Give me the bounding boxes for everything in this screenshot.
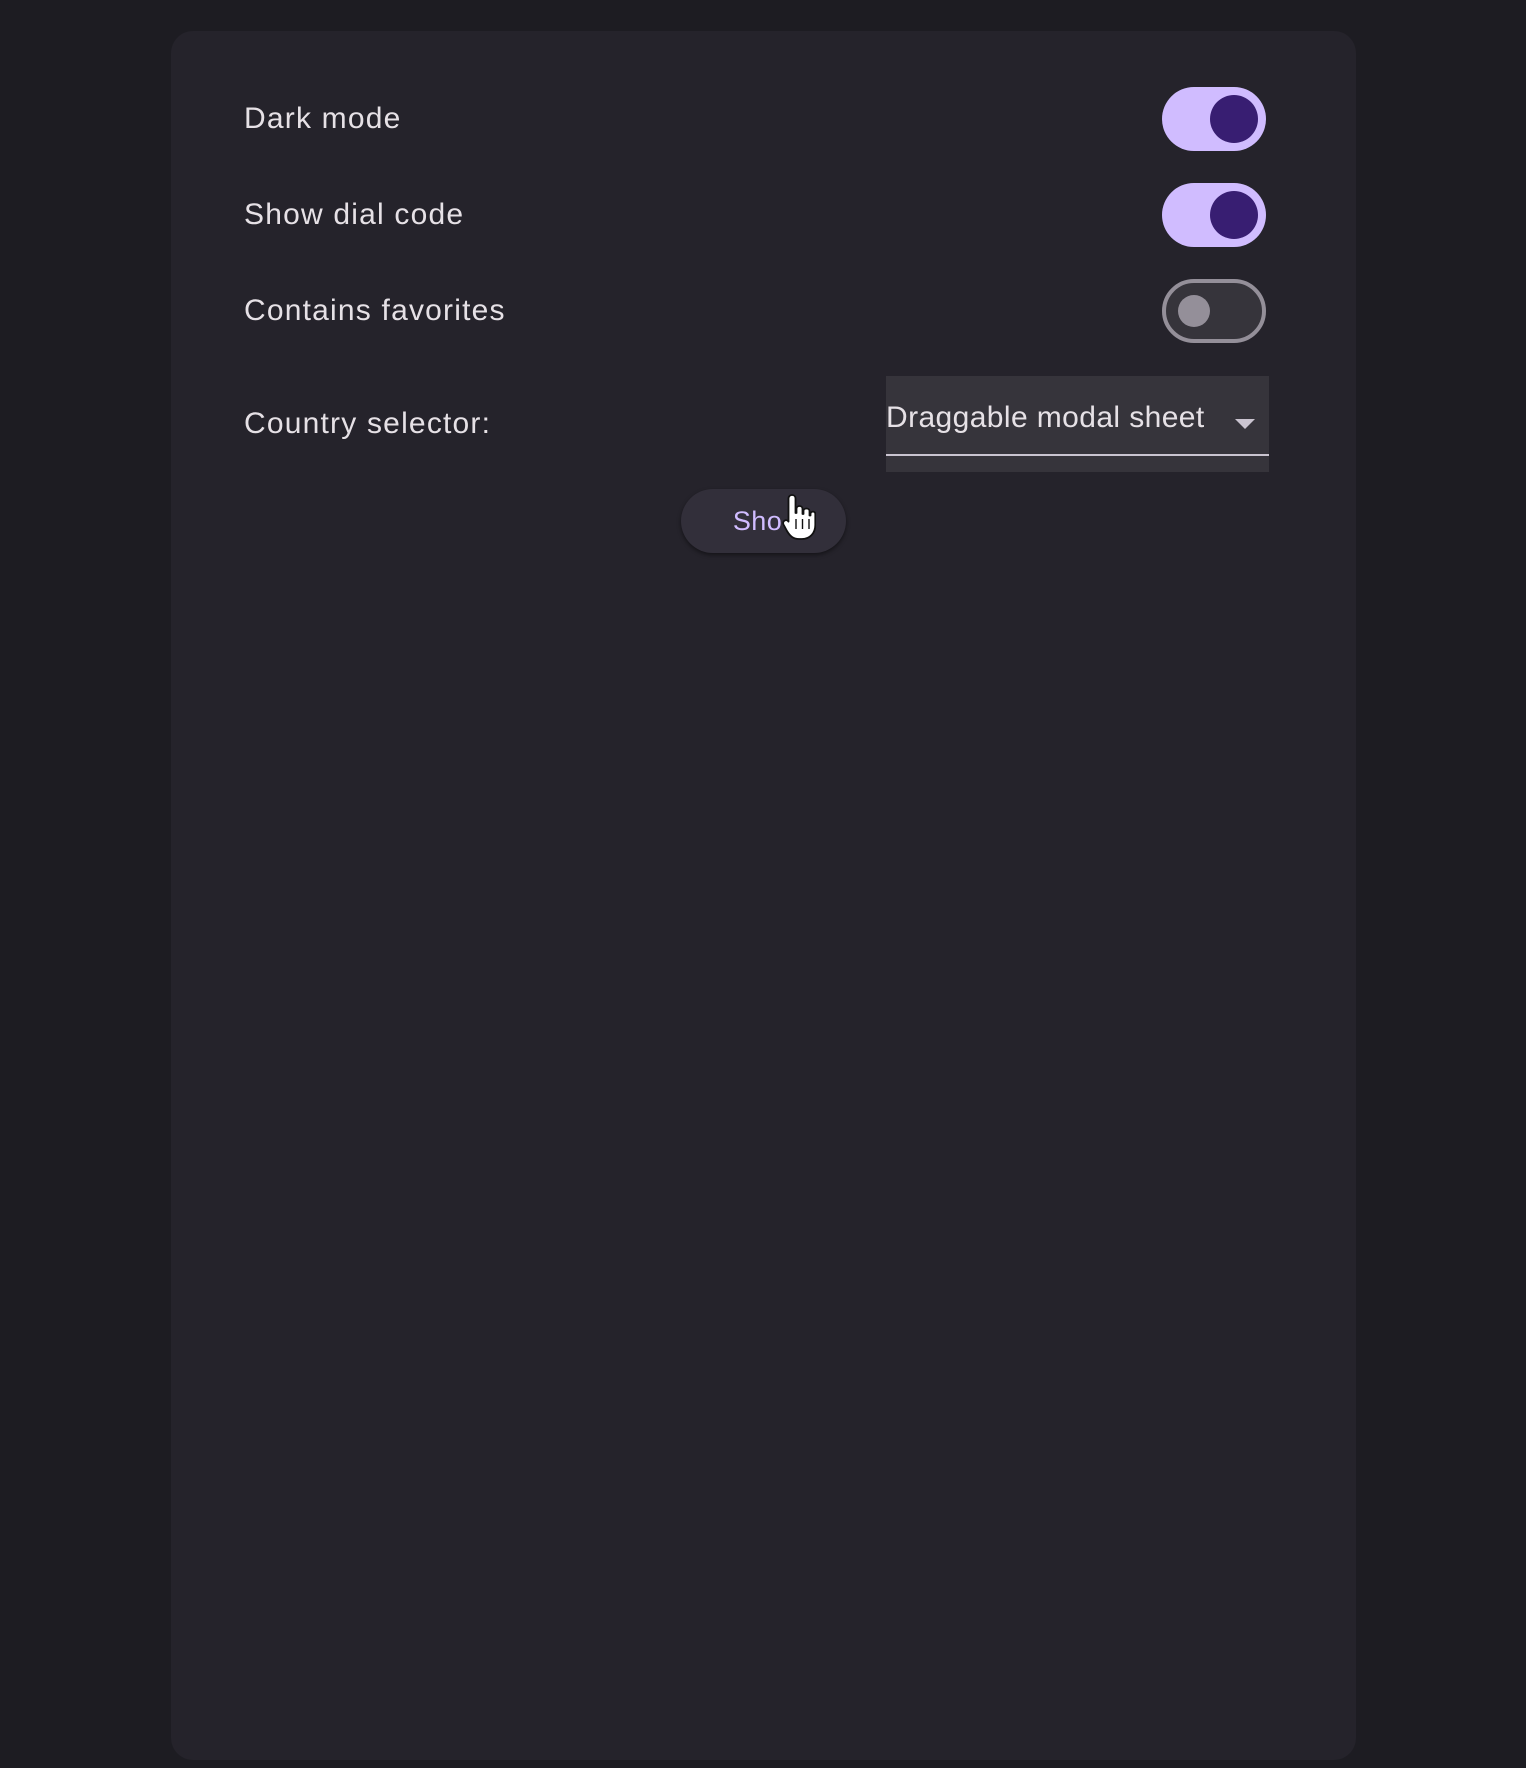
dropdown-underline xyxy=(886,454,1269,456)
setting-row-dark-mode: Dark mode xyxy=(244,87,1266,151)
country-selector-value: Draggable modal sheet xyxy=(886,401,1205,434)
show-button-label: Sho xyxy=(732,505,783,536)
show-dial-code-switch-thumb xyxy=(1210,191,1258,239)
dark-mode-switch[interactable] xyxy=(1162,87,1266,151)
show-dial-code-switch[interactable] xyxy=(1162,183,1266,247)
setting-row-country-selector: Country selector: Draggable modal sheet xyxy=(244,376,1269,472)
contains-favorites-switch[interactable] xyxy=(1162,279,1266,343)
country-selector-dropdown[interactable]: Draggable modal sheet xyxy=(886,376,1269,472)
dark-mode-label: Dark mode xyxy=(244,102,402,135)
settings-card: Dark mode Show dial code Contains favori… xyxy=(171,31,1356,1760)
show-dial-code-label: Show dial code xyxy=(244,198,465,231)
country-selector-label: Country selector: xyxy=(244,407,492,440)
setting-row-contains-favorites: Contains favorites xyxy=(244,279,1266,343)
setting-row-show-dial-code: Show dial code xyxy=(244,183,1266,247)
contains-favorites-switch-thumb xyxy=(1178,295,1210,327)
dark-mode-switch-thumb xyxy=(1210,95,1258,143)
show-button[interactable]: Sho xyxy=(681,489,846,553)
arrow-drop-down-icon xyxy=(1235,419,1255,429)
contains-favorites-label: Contains favorites xyxy=(244,294,506,327)
